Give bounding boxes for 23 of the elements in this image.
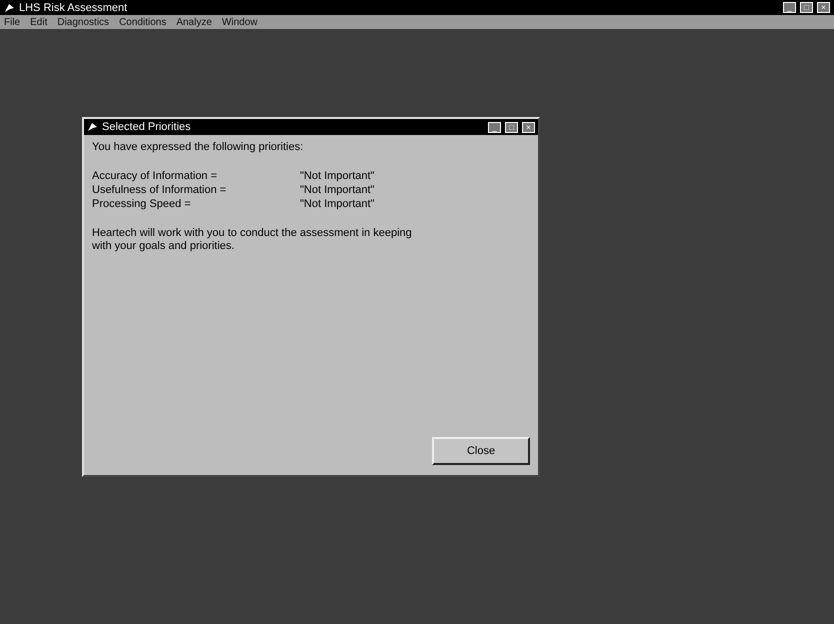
intro-text: You have expressed the following priorities: [92,141,304,154]
priority-label: Processing Speed = [92,198,192,211]
priority-value: "Not Important" [300,184,376,197]
priority-label: Usefulness of Information = [92,184,228,197]
menu-item[interactable]: Edit [30,16,48,28]
window-control-button[interactable]: _ [783,2,796,13]
priority-label: Accuracy of Information = [92,170,218,183]
window-control-button[interactable]: _ [488,122,501,132]
window-control-button[interactable]: × [817,2,830,13]
dialog-title: Selected Priorities [102,121,192,133]
window-title: LHS Risk Assessment [19,2,128,14]
window-control-button[interactable]: × [522,122,535,132]
priority-value: "Not Important" [300,198,376,211]
menu-item[interactable]: File [4,16,20,28]
close-button[interactable]: Close [432,437,530,465]
window-control-button[interactable]: □ [505,122,518,132]
priority-value: "Not Important" [300,170,376,183]
menu-item[interactable]: Analyze [176,16,212,28]
menu-item[interactable]: Window [222,16,258,28]
menu-item[interactable]: Diagnostics [57,16,110,28]
message-text: Heartech will work with you to conduct the assessment in keeping with your goals and priorities. [92,227,413,253]
window-control-button[interactable]: □ [800,2,813,13]
menu-item[interactable]: Conditions [119,16,166,28]
